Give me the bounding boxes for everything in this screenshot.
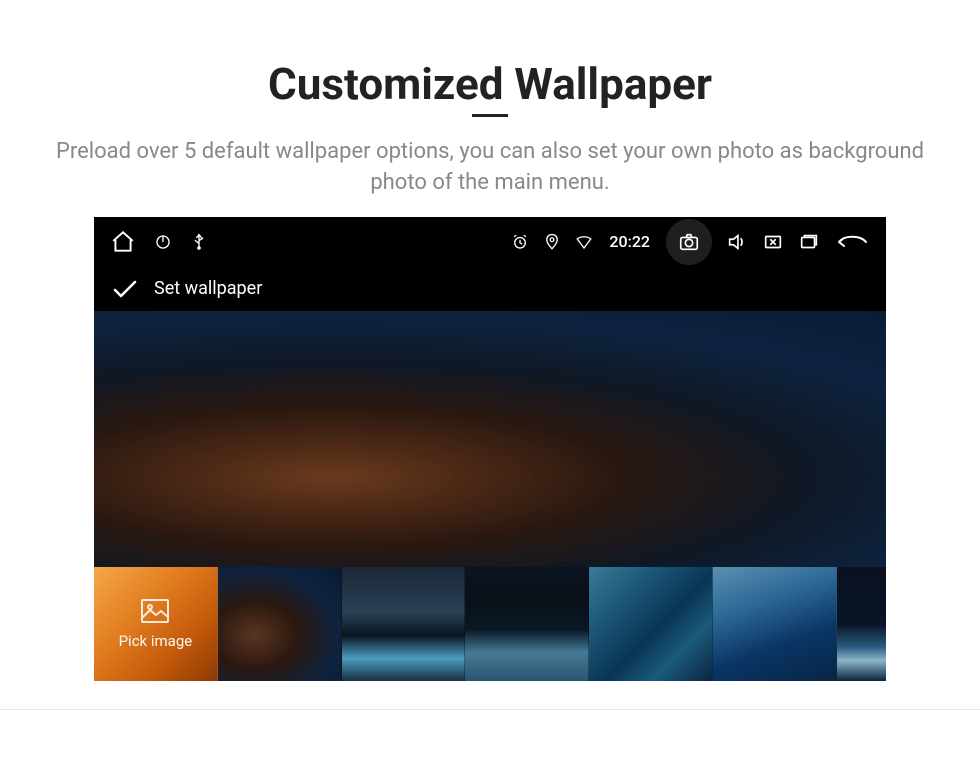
- image-icon: [140, 598, 170, 624]
- page-subtitle: Preload over 5 default wallpaper options…: [0, 137, 980, 199]
- wallpaper-thumb-3[interactable]: [465, 567, 589, 681]
- app-header: Set wallpaper: [94, 267, 886, 311]
- wallpaper-preview[interactable]: [94, 311, 886, 567]
- title-underline: [472, 114, 508, 117]
- status-bar-left: [110, 229, 208, 255]
- status-bar: 20:22: [94, 217, 886, 267]
- wallpaper-thumb-4[interactable]: [589, 567, 713, 681]
- wallpaper-thumb-1[interactable]: [218, 567, 342, 681]
- page-title: Customized Wallpaper: [0, 58, 980, 110]
- status-bar-right: 20:22: [511, 219, 870, 265]
- section-divider: [0, 709, 980, 710]
- back-icon[interactable]: [834, 232, 870, 252]
- confirm-check-icon[interactable]: [112, 279, 138, 299]
- home-icon[interactable]: [110, 229, 136, 255]
- location-icon: [543, 233, 561, 251]
- pick-image-button[interactable]: Pick image: [94, 567, 218, 681]
- device-screenshot: 20:22 Set wallpaper: [94, 217, 886, 681]
- usb-icon: [190, 233, 208, 251]
- wallpaper-thumb-5[interactable]: [713, 567, 837, 681]
- wifi-icon: [575, 233, 593, 251]
- thumbnail-strip: Pick image: [94, 567, 886, 681]
- sound-icon[interactable]: [726, 231, 748, 253]
- screenshot-button[interactable]: [666, 219, 712, 265]
- app-header-title: Set wallpaper: [154, 278, 262, 299]
- alarm-icon: [511, 233, 529, 251]
- camera-icon: [678, 231, 700, 253]
- status-time: 20:22: [609, 232, 650, 251]
- close-app-icon[interactable]: [762, 231, 784, 253]
- pick-image-label: Pick image: [119, 632, 193, 650]
- wallpaper-thumb-6[interactable]: [837, 567, 886, 681]
- power-icon[interactable]: [154, 233, 172, 251]
- wallpaper-thumb-2[interactable]: [342, 567, 466, 681]
- recent-apps-icon[interactable]: [798, 231, 820, 253]
